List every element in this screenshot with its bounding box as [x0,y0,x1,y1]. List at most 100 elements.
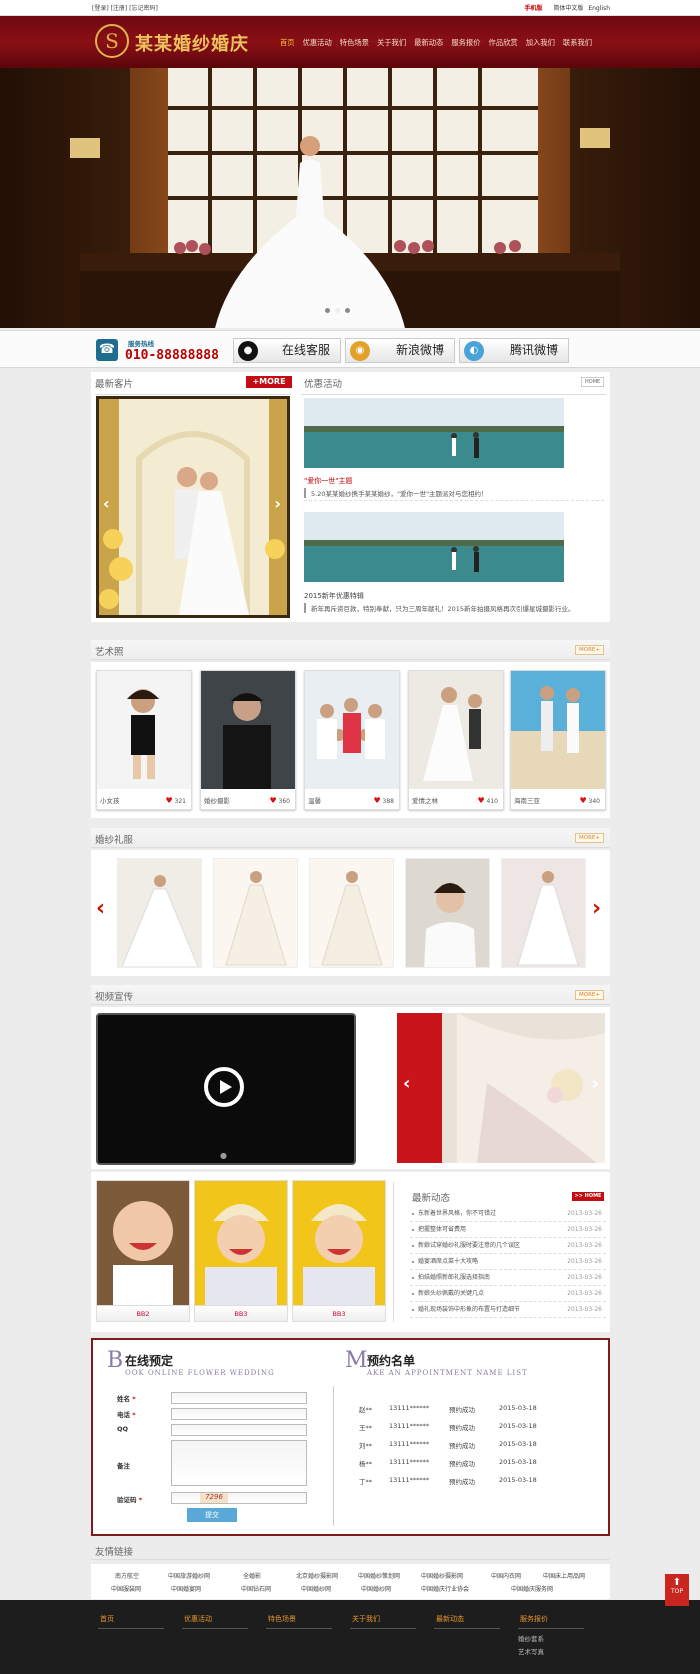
booking-initial: B [107,1348,124,1373]
name-input[interactable] [171,1392,307,1404]
video-more-button[interactable]: MORE+ [575,990,604,1000]
appointment-status: 预约成功 [449,1460,475,1468]
captcha-input[interactable]: 7296 [171,1492,307,1504]
nav-scenes[interactable]: 特色场景 [340,38,369,48]
like-count[interactable]: ♥ 360 [269,796,290,805]
news-item[interactable]: 把握整体可省费用 2013-03-26 [410,1222,606,1238]
like-count[interactable]: ♥ 388 [373,796,394,805]
friend-link[interactable]: 中国钻石网 [241,1584,271,1593]
friend-link[interactable]: 中国内衣网 [491,1571,521,1580]
banner-dot[interactable] [325,308,330,313]
dress-more-button[interactable]: MORE+ [575,833,604,843]
baby-card[interactable]: BB3 [292,1180,386,1322]
art-card[interactable]: 温馨 ♥ 388 [304,670,400,810]
play-icon[interactable] [204,1067,244,1107]
friend-link[interactable]: 中国婚纱网 [361,1584,391,1593]
footer-link-scenes[interactable]: 特色场景 [262,1614,332,1624]
friend-link[interactable]: 中国服装网 [111,1584,141,1593]
dress-prev-arrow-icon[interactable]: ‹ [96,896,105,921]
slide-next-arrow-icon[interactable]: › [274,494,281,513]
qq-input[interactable] [171,1424,307,1436]
like-count[interactable]: ♥ 321 [165,796,186,805]
lang-en-link[interactable]: English [588,5,610,12]
news-item[interactable]: 婚礼现场装饰中形象的布置与打造细节 2013-03-26 [410,1302,606,1318]
nav-offers[interactable]: 优惠活动 [303,38,332,48]
friend-link[interactable]: 中国婚宴网 [171,1584,201,1593]
note-textarea[interactable] [171,1440,307,1486]
dress-item[interactable] [117,858,202,968]
hero-banner[interactable] [0,68,700,328]
slide-prev-arrow-icon[interactable]: ‹ [103,494,110,513]
nav-about[interactable]: 关于我们 [377,38,406,48]
back-to-top-button[interactable]: ⬆ TOP [665,1574,689,1606]
captcha-image[interactable]: 7296 [200,1493,228,1503]
dress-item[interactable] [501,858,586,968]
offers-home-button[interactable]: HOME [581,377,605,387]
offer-2-title[interactable]: 2015新年优惠特辑 [304,591,364,601]
art-card[interactable]: 小女孩 ♥ 321 [96,670,192,810]
friend-link[interactable]: 南方航空 [115,1571,139,1580]
friend-link[interactable]: 中国床上用品网 [543,1571,585,1580]
offer-photo-1[interactable] [304,398,564,468]
art-card[interactable]: 婚纱摄影 ♥ 360 [200,670,296,810]
friend-link[interactable]: 中国婚纱摄影网 [421,1571,463,1580]
online-service-button[interactable]: ● 在线客服 [233,338,341,363]
sina-weibo-button[interactable]: ◉ 新浪微博 [345,338,455,363]
footer-sublink[interactable]: 婚纱套系 [518,1633,584,1643]
tencent-weibo-button[interactable]: ◐ 腾讯微博 [459,338,569,363]
guest-slide-photo[interactable]: ‹ › [96,396,290,618]
footer-link-news[interactable]: 最新动态 [430,1614,500,1624]
banner-dot[interactable] [345,308,350,313]
footer-sublink[interactable]: 艺术写真 [518,1646,584,1656]
video-player[interactable]: ● [96,1013,356,1165]
slide-prev-arrow-icon[interactable]: ‹ [403,1073,410,1094]
dress-item[interactable] [213,858,298,968]
guests-more-button[interactable]: +MORE [246,376,292,388]
friend-link[interactable]: 中国婚庆服务网 [511,1584,553,1593]
news-item[interactable]: 拍结婚照新郎礼服选择指南 2013-03-26 [410,1270,606,1286]
site-logo[interactable]: S 某某婚纱婚庆 [95,24,250,60]
dress-item[interactable] [309,858,394,968]
news-item[interactable]: 婚宴酒席点菜十大攻略 2013-03-26 [410,1254,606,1270]
nav-works[interactable]: 作品欣赏 [489,38,518,48]
news-item[interactable]: 新娘试穿婚纱礼服时要注意的几个误区 2013-03-26 [410,1238,606,1254]
friend-link[interactable]: 全婚影 [243,1571,261,1580]
like-count[interactable]: ♥ 340 [579,796,600,805]
nav-contact[interactable]: 联系我们 [563,38,592,48]
appointments-title: 预约名单 [367,1354,416,1368]
news-home-button[interactable]: >> HOME [572,1192,604,1201]
dress-next-arrow-icon[interactable]: › [592,896,601,921]
nav-join[interactable]: 加入我们 [526,38,555,48]
friend-link[interactable]: 中国婚纱网 [301,1584,331,1593]
friend-link[interactable]: 中国旅游婚纱网 [168,1571,210,1580]
slide-next-arrow-icon[interactable]: › [592,1073,599,1094]
nav-home[interactable]: 首页 [280,38,295,48]
footer-link-pricing[interactable]: 服务报价 [514,1614,584,1624]
news-item[interactable]: 新娘头纱佩戴的关键几点 2013-03-26 [410,1286,606,1302]
friend-link[interactable]: 中国婚庆行业协会 [421,1584,469,1593]
account-links[interactable]: [登录] [注册] [忘记密码] [92,3,158,12]
lang-cn-link[interactable]: 简体中文版 [553,5,583,12]
art-card[interactable]: 爱情之林 ♥ 410 [408,670,504,810]
mobile-link[interactable]: 手机版 [524,5,542,12]
dress-item[interactable] [405,858,490,968]
nav-news[interactable]: 最新动态 [414,38,443,48]
footer-link-home[interactable]: 首页 [94,1614,164,1624]
news-item[interactable]: 东新着世界风格，你不可错过 2013-03-26 [410,1206,606,1222]
art-card[interactable]: 海南三亚 ♥ 340 [510,670,606,810]
video-side-slide[interactable]: ‹ › [397,1013,605,1163]
friend-link[interactable]: 北京婚纱摄影网 [296,1571,338,1580]
like-count[interactable]: ♥ 410 [477,796,498,805]
friend-link[interactable]: 中国婚纱策划网 [358,1571,400,1580]
offer-1-title[interactable]: "爱你一世"主题 [304,476,352,486]
phone-input[interactable] [171,1408,307,1420]
footer-link-about[interactable]: 关于我们 [346,1614,416,1624]
baby-card[interactable]: BB3 [194,1180,288,1322]
nav-pricing[interactable]: 服务报价 [451,38,480,48]
submit-button[interactable]: 提交 [187,1508,237,1522]
offer-photo-2[interactable] [304,512,564,582]
banner-dot-active[interactable] [335,308,340,313]
baby-card[interactable]: BB2 [96,1180,190,1322]
footer-link-offers[interactable]: 优惠活动 [178,1614,248,1624]
art-more-button[interactable]: MORE+ [575,645,604,655]
